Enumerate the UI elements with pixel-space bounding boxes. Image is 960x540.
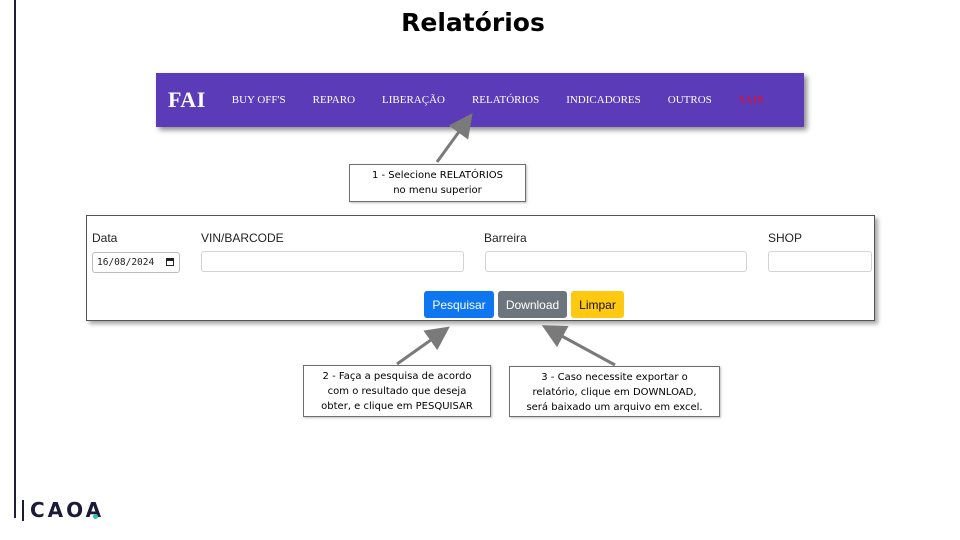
caoa-logo: CAOA: [22, 498, 104, 522]
logo-bar: [22, 499, 24, 521]
arrow-step-2: [396, 326, 450, 366]
logo-dot: [93, 514, 98, 519]
arrow-step-1: [435, 113, 473, 163]
callout-arrows: [396, 113, 616, 367]
arrow-step-3: [541, 325, 616, 367]
